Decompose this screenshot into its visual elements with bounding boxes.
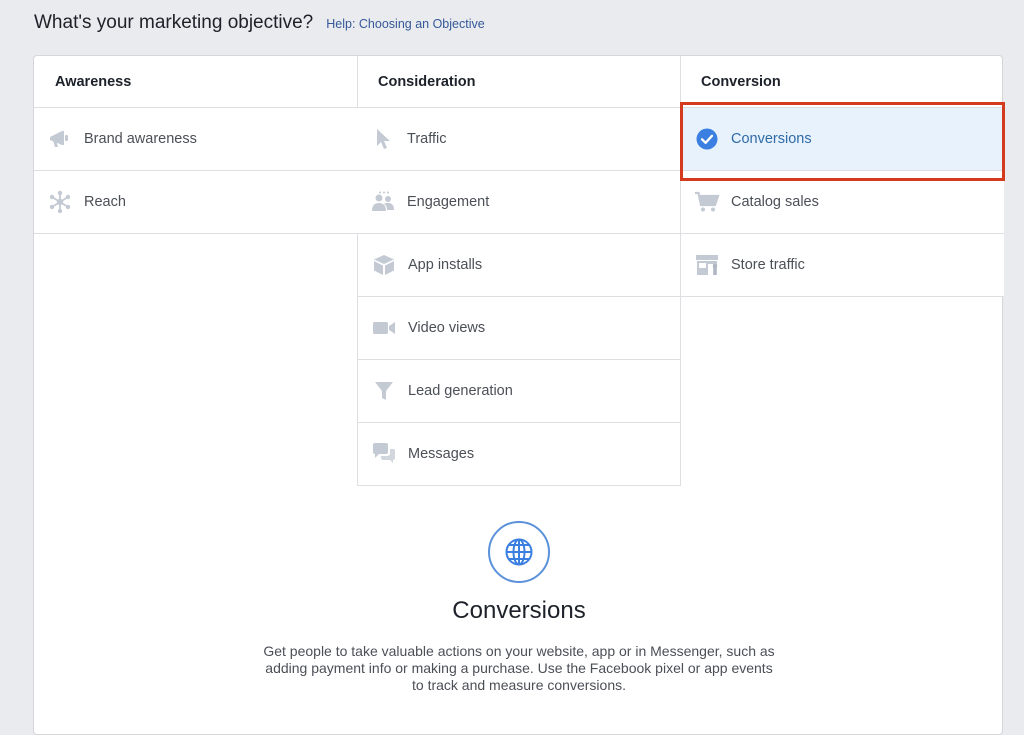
people-icon [370, 189, 396, 215]
funnel-icon [371, 378, 397, 404]
objective-label: Lead generation [408, 383, 513, 399]
objective-catalog-sales[interactable]: Catalog sales [681, 171, 1004, 234]
detail-title: Conversions [452, 597, 586, 624]
store-icon [694, 252, 720, 278]
column-header-consideration: Consideration [357, 56, 680, 108]
column-header-conversion: Conversion [680, 56, 1004, 108]
objective-brand-awareness[interactable]: Brand awareness [34, 108, 357, 171]
objective-store-traffic[interactable]: Store traffic [681, 234, 1004, 297]
objective-label: Catalog sales [731, 194, 819, 210]
objective-panel: Awareness Consideration Conversion Brand… [33, 55, 1005, 735]
objective-reach[interactable]: Reach [34, 171, 357, 234]
detail-description: Get people to take valuable actions on y… [263, 643, 775, 693]
cursor-icon [370, 126, 396, 152]
objective-label: Messages [408, 446, 475, 462]
objective-label: Conversions [731, 131, 812, 147]
megaphone-icon [47, 126, 73, 152]
help-link[interactable]: Help: Choosing an Objective [326, 17, 484, 31]
objective-app-installs[interactable]: App installs [357, 234, 681, 297]
objective-label: Video views [408, 320, 486, 336]
objective-lead-generation[interactable]: Lead generation [357, 360, 681, 423]
check-circle-icon [694, 126, 720, 152]
chat-bubbles-icon [371, 441, 397, 467]
objective-label: Store traffic [731, 257, 805, 273]
objective-label: Engagement [407, 194, 490, 210]
box-icon [371, 252, 397, 278]
objective-video-views[interactable]: Video views [357, 297, 681, 360]
objective-engagement[interactable]: Engagement [357, 171, 680, 234]
video-camera-icon [371, 315, 397, 341]
objective-conversions[interactable]: Conversions [681, 108, 1004, 171]
objective-traffic[interactable]: Traffic [357, 108, 680, 171]
column-header-awareness: Awareness [34, 56, 357, 108]
page-title: What's your marketing objective? [34, 12, 314, 33]
objective-detail: Conversions Get people to take valuable … [34, 521, 1004, 694]
header: What's your marketing objective? Help: C… [34, 12, 485, 34]
cart-icon [694, 189, 720, 215]
reach-icon [47, 189, 73, 215]
objective-label: App installs [408, 257, 483, 273]
objective-messages[interactable]: Messages [357, 423, 681, 486]
globe-icon [488, 521, 550, 583]
objective-label: Reach [84, 194, 126, 210]
objective-label: Traffic [407, 131, 447, 147]
objective-label: Brand awareness [84, 131, 197, 147]
